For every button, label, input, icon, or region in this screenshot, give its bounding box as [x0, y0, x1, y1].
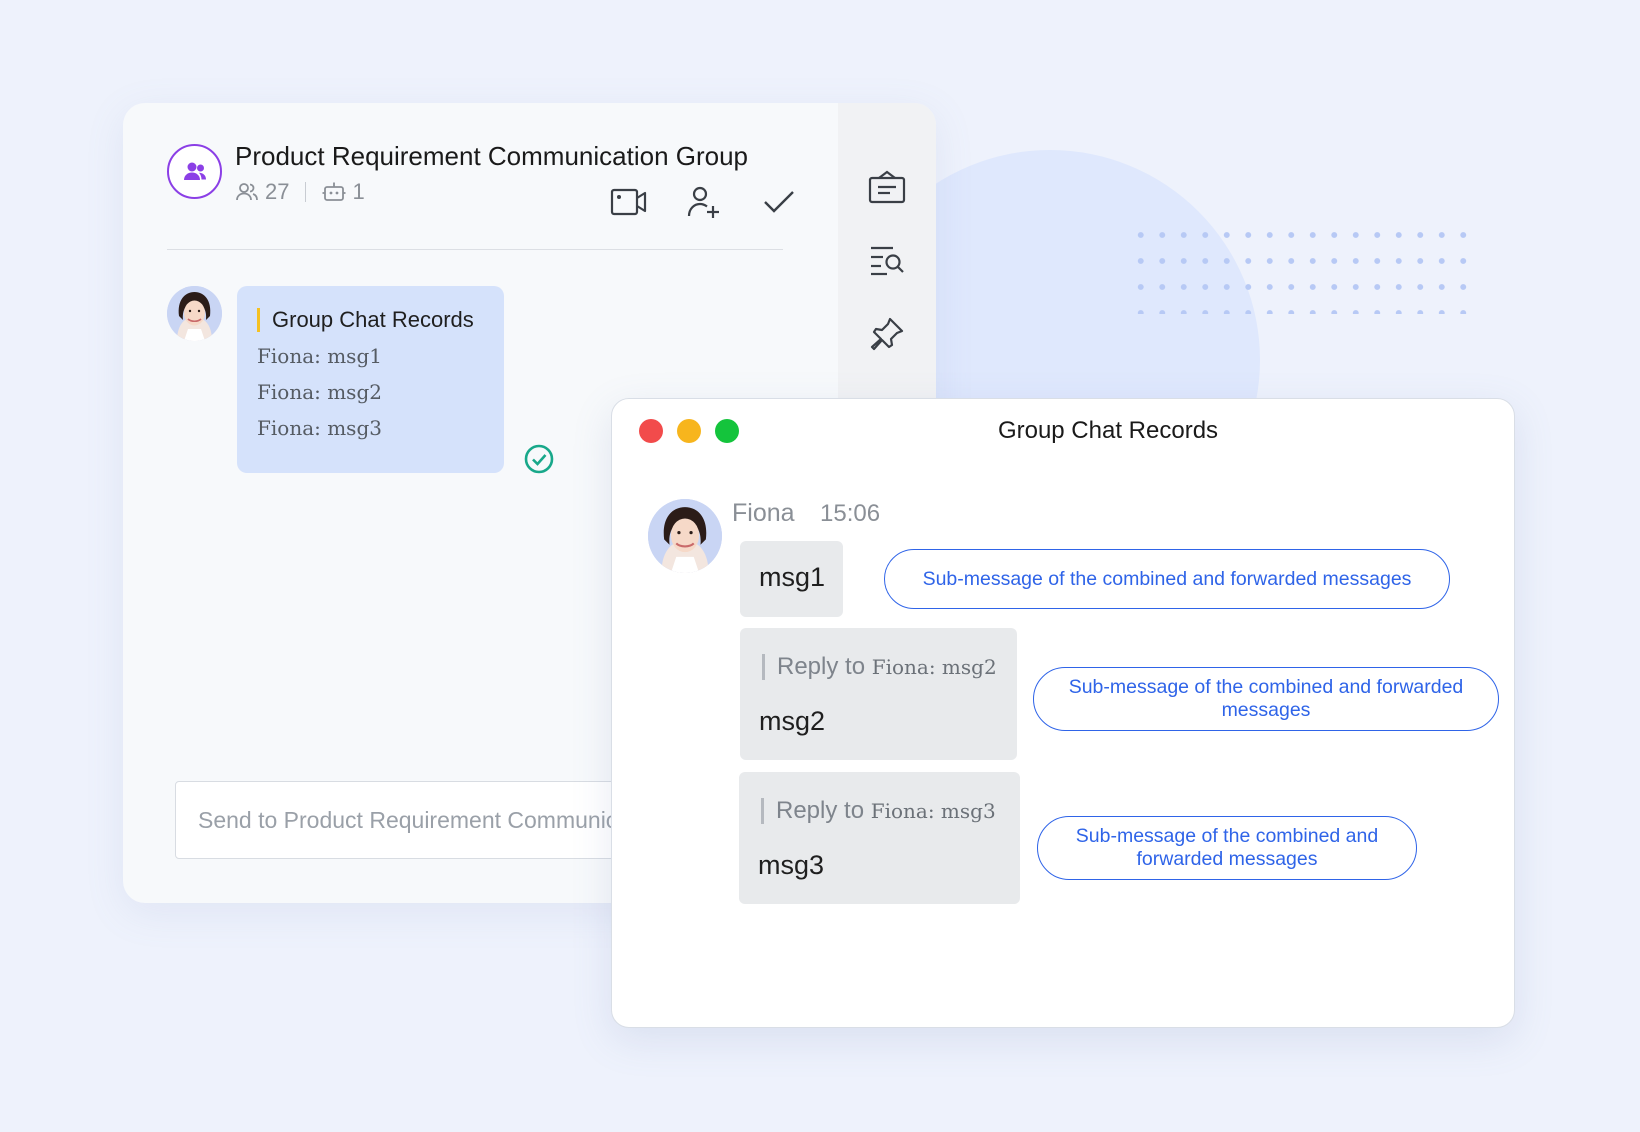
- reply-body: Fiona: msg3: [870, 799, 996, 823]
- reply-prefix: Reply to: [777, 653, 866, 680]
- sender-name: Fiona: [732, 499, 795, 527]
- reply-prefix: Reply to: [776, 797, 865, 824]
- add-member-icon: [687, 186, 719, 218]
- annotation-label: Sub-message of the combined and forwarde…: [884, 549, 1450, 609]
- member-count: 27: [265, 179, 290, 204]
- notice-button[interactable]: [867, 167, 907, 207]
- merged-records-card[interactable]: Group Chat Records Fiona: msg1 Fiona: ms…: [237, 286, 504, 473]
- pin-icon: [870, 317, 904, 351]
- reply-body: Fiona: msg2: [871, 655, 997, 679]
- reply-reference: Reply to Fiona: msg3: [761, 798, 996, 824]
- sent-status: [523, 443, 555, 480]
- group-avatar[interactable]: [167, 144, 222, 199]
- pin-button[interactable]: [867, 314, 907, 354]
- chat-records-window: Group Chat Records Fiona 15:06 msg1 Sub-…: [611, 398, 1515, 1028]
- add-member-button[interactable]: [684, 182, 724, 222]
- message-text: msg2: [759, 706, 826, 736]
- members-icon: [236, 183, 258, 201]
- checkmark-icon: [764, 191, 794, 213]
- group-icon: [183, 162, 206, 180]
- message-time: 15:06: [820, 500, 881, 527]
- card-line: Fiona: msg3: [257, 416, 382, 440]
- reply-reference: Reply to Fiona: msg2: [762, 654, 997, 680]
- annotation-label: Sub-message of the combined and forwarde…: [1033, 667, 1499, 731]
- message-bubble[interactable]: Reply to Fiona: msg2 msg2: [740, 628, 1017, 760]
- message-text: msg1: [759, 562, 826, 592]
- bot-icon: [322, 182, 346, 201]
- person-avatar-image: [167, 286, 222, 341]
- header-divider: [167, 249, 783, 250]
- background-dot-grid: [1130, 222, 1470, 314]
- window-title: Group Chat Records: [997, 417, 1219, 444]
- avatar[interactable]: [648, 499, 722, 573]
- meta-divider: [305, 182, 307, 202]
- bot-count: 1: [352, 179, 365, 204]
- video-call-icon: [610, 188, 647, 216]
- video-call-button[interactable]: [609, 182, 649, 222]
- card-line: Fiona: msg2: [257, 380, 382, 404]
- avatar[interactable]: [167, 286, 222, 341]
- message-bubble[interactable]: Reply to Fiona: msg3 msg3: [739, 772, 1020, 904]
- stage: Product Requirement Communication Group …: [0, 0, 1640, 1132]
- group-meta: 27 1: [235, 179, 365, 205]
- search-history-button[interactable]: [867, 240, 907, 280]
- confirm-button[interactable]: [759, 182, 799, 222]
- card-line: Fiona: msg1: [257, 344, 382, 368]
- person-avatar-image: [648, 499, 722, 573]
- notice-icon: [868, 170, 906, 204]
- message-bubble[interactable]: msg1: [740, 541, 843, 617]
- annotation-label: Sub-message of the combined and forwarde…: [1037, 816, 1417, 880]
- sent-status-icon: [524, 444, 554, 474]
- search-history-icon: [871, 246, 904, 276]
- card-title: Group Chat Records: [257, 308, 484, 332]
- message-text: msg3: [758, 850, 825, 880]
- group-title: Product Requirement Communication Group: [235, 141, 749, 171]
